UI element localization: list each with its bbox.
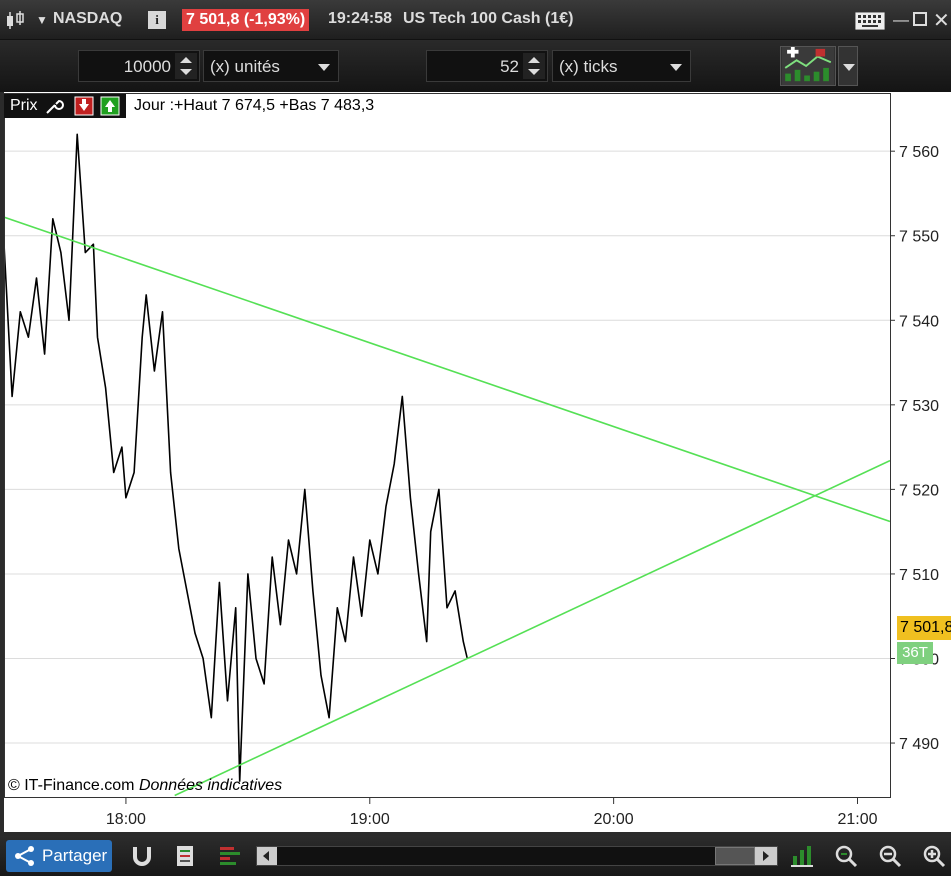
toolbar: 10000 (x) unités 52 (x) ticks <box>0 40 951 92</box>
y-tick-label: 7 560 <box>899 144 939 161</box>
price-label: Prix <box>10 97 38 114</box>
keyboard-icon[interactable] <box>855 12 885 30</box>
price-legend[interactable]: Prix <box>4 94 126 118</box>
zoom-fit-icon[interactable] <box>834 844 858 868</box>
y-tick-label: 7 490 <box>899 736 939 753</box>
series-layer <box>4 133 891 797</box>
x-tick-label: 20:00 <box>594 811 634 828</box>
move-down-icon[interactable] <box>74 96 94 116</box>
scroll-thumb[interactable] <box>715 847 755 865</box>
move-up-icon[interactable] <box>100 96 120 116</box>
x-axis: 18:00 19:00 20:00 21:00 <box>106 798 878 828</box>
x-tick-label: 21:00 <box>837 811 877 828</box>
last-price-tag: 7 501,8 <box>897 616 951 640</box>
indicative-data-text: Données indicatives <box>138 777 283 794</box>
share-button[interactable]: Partager <box>6 840 112 872</box>
notepad-icon[interactable] <box>174 844 198 868</box>
price-chart[interactable]: 18:0019:0020:0021:00 7 4907 5007 5107 52… <box>4 92 951 832</box>
clock-time: 19:24:58 <box>328 10 393 27</box>
stepper-arrows-icon[interactable] <box>523 53 545 79</box>
zoom-out-icon[interactable] <box>878 844 902 868</box>
y-tick-label: 7 520 <box>899 482 939 499</box>
maximize-icon[interactable] <box>913 12 927 26</box>
bottom-bar: Partager <box>0 836 951 876</box>
copyright-notice: © IT-Finance.com Données indicatives <box>8 777 282 795</box>
chevron-down-icon[interactable] <box>318 64 330 71</box>
add-indicator-icon[interactable] <box>780 46 836 86</box>
stepper-arrows-icon[interactable] <box>175 53 197 79</box>
minimize-icon[interactable]: — <box>893 12 909 30</box>
info-icon[interactable]: i <box>148 11 166 29</box>
x-tick-label: 18:00 <box>106 811 146 828</box>
price-change-badge: 7 501,8 (-1,93%) <box>182 9 310 31</box>
grid <box>4 150 890 744</box>
y-tick-label: 7 530 <box>899 398 939 415</box>
symbol-dropdown-icon[interactable]: ▼ <box>36 13 48 27</box>
units-stepper[interactable]: 10000 <box>78 50 200 82</box>
wrench-icon[interactable] <box>44 96 64 116</box>
units-value[interactable]: 10000 <box>124 57 171 77</box>
ticks-label: (x) ticks <box>559 57 618 76</box>
indicator-menu-button[interactable] <box>838 46 858 86</box>
ticks-count-tag: 36T <box>897 642 933 664</box>
instrument-name: US Tech 100 Cash (1€) <box>403 10 574 27</box>
units-label: (x) unités <box>210 57 280 76</box>
plot-frame <box>4 93 891 798</box>
copyright-text: © IT-Finance.com <box>8 777 135 794</box>
magnet-icon[interactable] <box>130 844 154 868</box>
resistance-line <box>4 216 891 523</box>
horizontal-scrollbar[interactable] <box>256 846 778 866</box>
y-tick-label: 7 550 <box>899 229 939 246</box>
candlestick-icon[interactable] <box>5 10 33 30</box>
chart-area[interactable]: 18:0019:0020:0021:00 7 4907 5007 5107 52… <box>4 92 951 832</box>
autoscale-icon[interactable] <box>790 844 814 868</box>
y-tick-label: 7 540 <box>899 313 939 330</box>
share-icon <box>15 846 34 866</box>
day-high-low: Jour :+Haut 7 674,5 +Bas 7 483,3 <box>134 97 375 114</box>
chevron-down-icon[interactable] <box>670 64 682 71</box>
volume-bars-icon[interactable] <box>218 844 242 868</box>
support-line <box>174 459 891 797</box>
zoom-in-icon[interactable] <box>922 844 946 868</box>
ticks-value[interactable]: 52 <box>500 57 519 77</box>
title-bar: ▼ NASDAQ i 7 501,8 (-1,93%) 19:24:58 US … <box>0 0 951 40</box>
scroll-left-icon[interactable] <box>257 847 277 865</box>
share-label: Partager <box>42 846 108 865</box>
trading-window: ▼ NASDAQ i 7 501,8 (-1,93%) 19:24:58 US … <box>0 0 951 876</box>
symbol-name[interactable]: NASDAQ <box>53 10 122 28</box>
ticks-stepper[interactable]: 52 <box>426 50 548 82</box>
units-dropdown[interactable]: (x) unités <box>203 50 339 82</box>
price-line <box>4 133 469 782</box>
close-icon[interactable]: ✕ <box>933 8 950 33</box>
x-tick-label: 19:00 <box>350 811 390 828</box>
ticks-dropdown[interactable]: (x) ticks <box>552 50 691 82</box>
scroll-right-icon[interactable] <box>755 847 777 865</box>
y-tick-label: 7 510 <box>899 567 939 584</box>
